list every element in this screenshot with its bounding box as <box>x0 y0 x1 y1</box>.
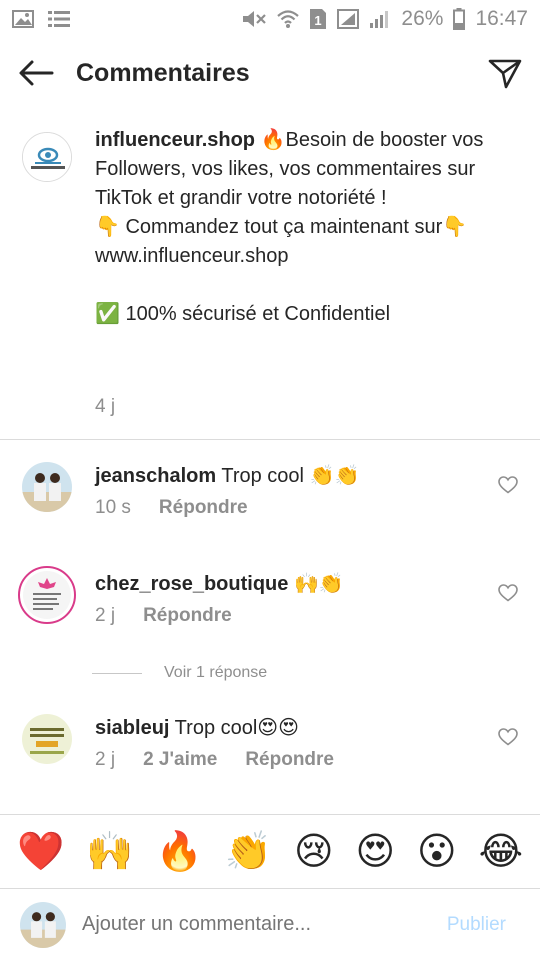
like-heart-icon[interactable] <box>498 584 518 607</box>
svg-text:1: 1 <box>315 13 322 28</box>
reply-button[interactable]: Répondre <box>159 497 248 519</box>
page-title: Commentaires <box>76 58 250 87</box>
gallery-icon <box>12 10 34 28</box>
sim-icon: 1 <box>309 8 327 30</box>
fire-emoji-button[interactable]: 🔥 <box>155 833 202 871</box>
view-replies[interactable]: Voir 1 réponse <box>92 664 267 682</box>
clock: 16:47 <box>475 7 528 30</box>
replies-divider <box>92 672 142 674</box>
reply-button[interactable]: Répondre <box>143 605 232 627</box>
likes-count[interactable]: 2 J'aime <box>143 749 217 771</box>
comment-text: chez_rose_boutique 🙌👏 <box>95 570 344 598</box>
comment-username[interactable]: jeanschalom <box>95 465 216 487</box>
clap-emoji-button[interactable]: 👏 <box>225 833 272 871</box>
avatar[interactable] <box>18 566 76 624</box>
mute-icon <box>241 9 267 29</box>
heart-eyes-emoji-button[interactable]: 😍 <box>356 833 396 871</box>
like-heart-icon[interactable] <box>498 476 518 499</box>
comment-composer: Publier <box>0 888 540 960</box>
battery-icon <box>453 8 466 30</box>
back-arrow-icon[interactable] <box>18 59 54 87</box>
comment-item: siableuj Trop cool😍😍 2 j 2 J'aime Répond… <box>0 714 540 794</box>
comment-timestamp: 2 j <box>95 605 116 626</box>
caption-line-4: ✅ 100% sécurisé et Confidentiel <box>95 303 391 325</box>
comment-text: jeanschalom Trop cool 👏👏 <box>95 462 359 490</box>
heart-emoji-button[interactable]: ❤️ <box>17 833 64 871</box>
view-replies-label[interactable]: Voir 1 réponse <box>164 664 267 682</box>
comment-text: siableuj Trop cool😍😍 <box>95 714 299 742</box>
comment-message: Trop cool 👏👏 <box>216 465 360 487</box>
comment-item: chez_rose_boutique 🙌👏 2 j Répondre <box>0 566 540 650</box>
comment-item: jeanschalom Trop cool 👏👏 10 s Répondre <box>0 462 540 542</box>
raised-hands-emoji-button[interactable]: 🙌 <box>86 833 133 871</box>
caption-text: influenceur.shop 🔥Besoin de booster vos … <box>95 126 515 329</box>
avatar[interactable] <box>22 714 72 764</box>
current-user-avatar <box>20 901 66 948</box>
comment-input[interactable] <box>82 913 447 936</box>
emoji-quick-bar: ❤️ 🙌 🔥 👏 😢 😍 😮 😂 <box>0 814 540 888</box>
signal-2-icon <box>369 9 391 29</box>
post-caption: influenceur.shop 🔥Besoin de booster vos … <box>0 118 540 440</box>
surprised-emoji-button[interactable]: 😮 <box>417 833 457 871</box>
list-icon <box>48 10 70 28</box>
comment-message: Trop cool😍😍 <box>169 717 300 739</box>
comment-timestamp: 10 s <box>95 497 131 518</box>
like-heart-icon[interactable] <box>498 728 518 751</box>
comment-username[interactable]: chez_rose_boutique <box>95 573 288 595</box>
signal-1-icon <box>337 9 360 29</box>
wifi-icon <box>277 9 300 29</box>
status-bar: 1 26% 16:47 <box>0 0 540 38</box>
comment-meta: 2 j 2 J'aime Répondre <box>95 749 334 771</box>
crying-emoji-button[interactable]: 😢 <box>294 833 334 871</box>
battery-percent: 26% <box>401 7 444 30</box>
caption-timestamp: 4 j <box>95 396 116 417</box>
comment-username[interactable]: siableuj <box>95 717 169 739</box>
laughing-emoji-button[interactable]: 😂 <box>479 833 523 871</box>
header: Commentaires <box>0 38 540 108</box>
caption-line-3[interactable]: www.influenceur.shop <box>95 245 288 267</box>
comment-meta: 2 j Répondre <box>95 605 232 627</box>
avatar[interactable] <box>22 462 72 512</box>
comment-timestamp: 2 j <box>95 749 116 770</box>
reply-button[interactable]: Répondre <box>245 749 334 771</box>
caption-username[interactable]: influenceur.shop <box>95 129 255 151</box>
comment-message: 🙌👏 <box>288 573 344 595</box>
send-icon[interactable] <box>488 57 522 89</box>
comment-meta: 10 s Répondre <box>95 497 248 519</box>
caption-line-2: 👇 Commandez tout ça maintenant sur👇 <box>95 216 468 238</box>
avatar[interactable] <box>22 132 72 182</box>
publish-button[interactable]: Publier <box>447 914 506 936</box>
